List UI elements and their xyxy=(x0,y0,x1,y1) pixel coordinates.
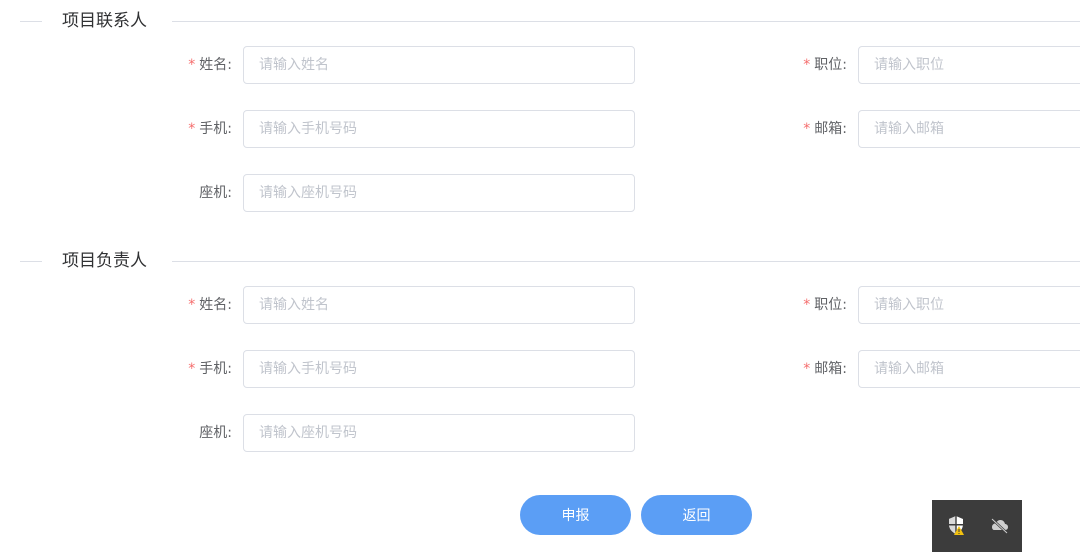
contact-email-label: * 邮箱: xyxy=(795,109,847,149)
leader-position-field[interactable] xyxy=(858,286,1080,324)
label-text: 手机: xyxy=(199,361,232,377)
contact-position-label: * 职位: xyxy=(795,45,847,85)
contact-mobile-input[interactable] xyxy=(244,111,634,147)
leader-name-label: * 姓名: xyxy=(180,285,232,325)
contact-email-input[interactable] xyxy=(859,111,1080,147)
label-text: 邮箱: xyxy=(814,361,847,377)
leader-mobile-input[interactable] xyxy=(244,351,634,387)
section-title-leader: 项目负责人 xyxy=(62,251,147,271)
contact-mobile-label: * 手机: xyxy=(180,109,232,149)
required-mark: * xyxy=(803,361,811,377)
divider-line-right xyxy=(172,261,1080,262)
back-button[interactable]: 返回 xyxy=(641,495,752,535)
divider-line-right xyxy=(172,21,1080,22)
system-tray xyxy=(932,500,1022,552)
section-divider-leader: 项目负责人 xyxy=(0,251,1080,271)
contact-landline-field[interactable] xyxy=(243,174,635,212)
contact-position-field[interactable] xyxy=(858,46,1080,84)
label-text: 邮箱: xyxy=(814,121,847,137)
leader-mobile-label: * 手机: xyxy=(180,349,232,389)
divider-line-left xyxy=(20,21,42,22)
contact-landline-label: 座机: xyxy=(180,173,232,213)
leader-landline-label: 座机: xyxy=(180,413,232,453)
required-mark: * xyxy=(188,297,196,313)
section-title-contact: 项目联系人 xyxy=(62,11,147,31)
contact-name-label: * 姓名: xyxy=(180,45,232,85)
leader-position-label: * 职位: xyxy=(795,285,847,325)
shield-warning-icon[interactable] xyxy=(945,514,967,536)
required-mark: * xyxy=(188,361,196,377)
leader-mobile-field[interactable] xyxy=(243,350,635,388)
required-mark: * xyxy=(188,121,196,137)
required-mark: * xyxy=(188,57,196,73)
contact-name-field[interactable] xyxy=(243,46,635,84)
label-text: 手机: xyxy=(199,121,232,137)
leader-landline-field[interactable] xyxy=(243,414,635,452)
required-mark: * xyxy=(803,57,811,73)
leader-name-field[interactable] xyxy=(243,286,635,324)
label-text: 职位: xyxy=(814,57,847,73)
contact-position-input[interactable] xyxy=(859,47,1080,83)
section-divider-contact: 项目联系人 xyxy=(0,11,1080,31)
required-mark: * xyxy=(803,121,811,137)
required-mark: * xyxy=(803,297,811,313)
contact-mobile-field[interactable] xyxy=(243,110,635,148)
leader-email-label: * 邮箱: xyxy=(795,349,847,389)
label-text: 职位: xyxy=(814,297,847,313)
leader-email-input[interactable] xyxy=(859,351,1080,387)
leader-name-input[interactable] xyxy=(244,287,634,323)
label-text: 座机: xyxy=(199,425,232,441)
contact-landline-input[interactable] xyxy=(244,175,634,211)
leader-landline-input[interactable] xyxy=(244,415,634,451)
contact-name-input[interactable] xyxy=(244,47,634,83)
label-text: 姓名: xyxy=(199,297,232,313)
submit-button[interactable]: 申报 xyxy=(520,495,631,535)
contact-email-field[interactable] xyxy=(858,110,1080,148)
leader-position-input[interactable] xyxy=(859,287,1080,323)
label-text: 姓名: xyxy=(199,57,232,73)
cloud-offline-icon[interactable] xyxy=(988,514,1010,536)
label-text: 座机: xyxy=(199,185,232,201)
leader-email-field[interactable] xyxy=(858,350,1080,388)
divider-line-left xyxy=(20,261,42,262)
